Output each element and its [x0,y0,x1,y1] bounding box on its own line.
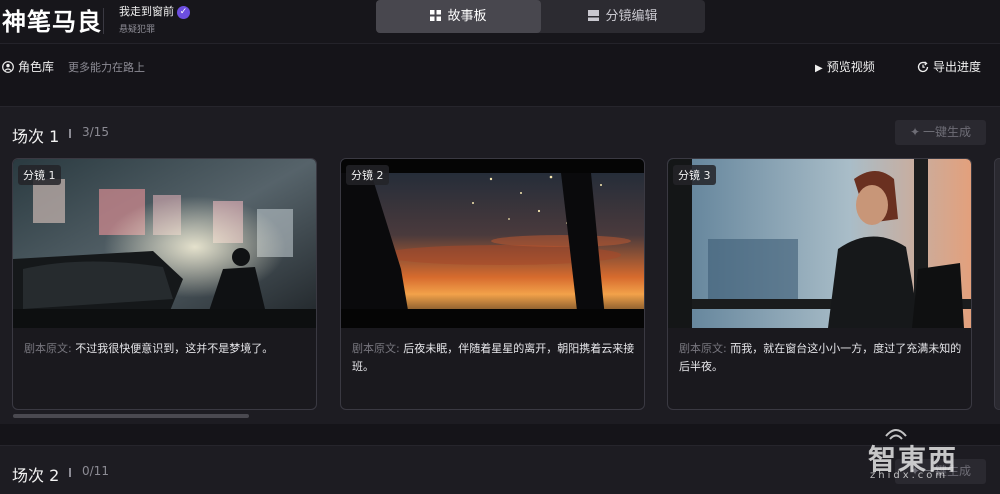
shot-script-text: 剧本原文: 而我，就在窗台这小小一方，度过了充满未知的后半夜。 [679,340,963,376]
tab-shot-edit[interactable]: 分镜编辑 [541,0,705,33]
project-title-row: 我走到窗前 ✓ [119,3,190,19]
verified-icon: ✓ [177,6,190,19]
export-progress-button[interactable]: 导出进度 [917,58,981,76]
shot-card[interactable]: 分镜 2 剧本原文: 后夜未眠，伴随着星星的离开，朝阳携着云来接班。 [340,158,645,410]
script-content: 不过我很快便意识到，这并不是梦境了。 [75,342,274,355]
shot-script-text: 剧本原文: 不过我很快便意识到，这并不是梦境了。 [24,340,308,358]
user-circle-icon [2,61,14,76]
tab-shot-edit-label: 分镜编辑 [605,9,658,24]
shot-number-badge: 分镜 3 [673,165,716,185]
preview-video-label: 预览视频 [826,60,875,74]
scene-title-divider [69,468,71,477]
project-genre: 悬疑犯罪 [119,25,156,35]
script-label: 剧本原文: [24,342,72,355]
toolbar-hint: 更多能力在路上 [68,61,145,74]
grid-icon [430,1,442,34]
script-label: 剧本原文: [352,342,400,355]
refresh-clock-icon [917,61,929,76]
play-icon: ▶ [815,63,823,74]
scene-progress-count: 3/15 [82,125,109,139]
app-logo[interactable]: 神笔马良 [2,2,102,37]
tab-storyboard-label: 故事板 [447,9,487,24]
top-bar: 神笔马良 我走到窗前 ✓ 悬疑犯罪 故事板 分镜编辑 [0,0,1000,44]
layout-icon [588,1,600,34]
shot-number-badge: 分镜 2 [346,165,389,185]
horizontal-scrollbar[interactable] [13,414,249,418]
scene-progress-count: 0/11 [82,464,109,478]
shot-card[interactable]: 分镜 1 剧本原文: 不过我很快便意识到，这并不是梦境了。 [12,158,317,410]
scene-title-divider [69,129,71,138]
view-tabs: 故事板 分镜编辑 [376,0,705,33]
next-shot-card-peek[interactable] [994,158,1000,410]
shot-card[interactable]: 分镜 3 剧本原文: 而我，就在窗台这小小一方，度过了充满未知的后半夜。 [667,158,972,410]
sparkle-icon: ✦ [909,125,921,139]
script-label: 剧本原文: [679,342,727,355]
character-library-button[interactable]: 角色库 [2,58,54,76]
watermark: 智東西 zhidx.com [868,422,980,486]
scene-section: 场次 2 0/11 ✦ 一键生成 [0,445,1000,494]
shot-number-badge: 分镜 1 [18,165,61,185]
preview-video-button[interactable]: ▶ 预览视频 [815,58,875,75]
header-divider [103,8,104,34]
one-click-generate-button[interactable]: ✦ 一键生成 [895,120,986,145]
tab-storyboard[interactable]: 故事板 [376,0,541,33]
one-click-generate-label: 一键生成 [923,125,972,139]
scene-title: 场次 2 [12,466,60,485]
export-progress-label: 导出进度 [933,60,982,74]
shot-script-text: 剧本原文: 后夜未眠，伴随着星星的离开，朝阳携着云来接班。 [352,340,636,376]
watermark-url: zhidx.com [870,470,949,481]
scene-title: 场次 1 [12,127,60,146]
toolbar: 角色库 更多能力在路上 ▶ 预览视频 导出进度 [0,44,1000,88]
project-title: 我走到窗前 [119,5,174,18]
character-library-label: 角色库 [18,60,55,74]
